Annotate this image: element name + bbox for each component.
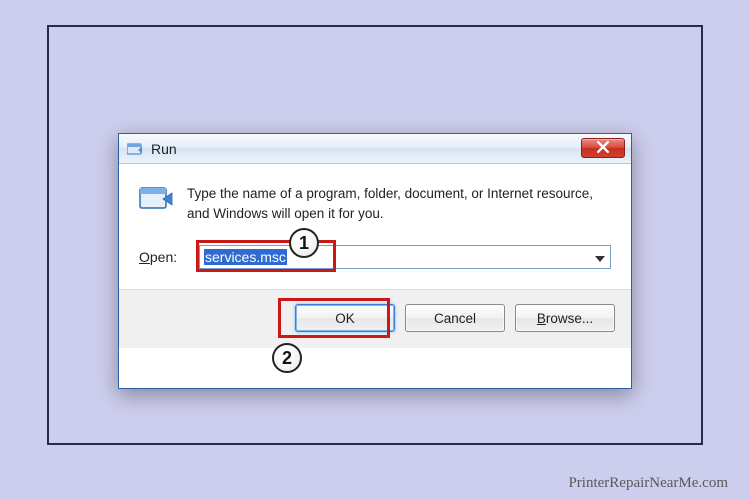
ok-button[interactable]: OK <box>295 304 395 332</box>
run-dialog: Run Type the name of a program, folder, … <box>118 133 632 389</box>
open-input[interactable]: services.msc <box>200 246 590 268</box>
close-icon <box>597 141 609 156</box>
close-button[interactable] <box>581 138 625 158</box>
chevron-down-icon <box>595 250 605 265</box>
ok-button-label: OK <box>335 311 355 326</box>
open-input-value: services.msc <box>204 249 287 265</box>
browse-button-label: Browse... <box>537 311 593 326</box>
open-combobox[interactable]: services.msc <box>199 245 611 269</box>
dialog-title: Run <box>151 141 177 157</box>
watermark: PrinterRepairNearMe.com <box>568 475 728 492</box>
run-icon-large <box>139 184 173 214</box>
browse-button[interactable]: Browse... <box>515 304 615 332</box>
dialog-body: Type the name of a program, folder, docu… <box>119 164 631 269</box>
instruction-text: Type the name of a program, folder, docu… <box>187 182 611 223</box>
titlebar[interactable]: Run <box>119 134 631 164</box>
cancel-button-label: Cancel <box>434 311 476 326</box>
cancel-button[interactable]: Cancel <box>405 304 505 332</box>
button-bar: OK Cancel Browse... <box>119 289 631 348</box>
combo-dropdown-button[interactable] <box>590 246 610 268</box>
run-icon-small <box>127 142 143 156</box>
open-label: Open: <box>139 249 185 265</box>
